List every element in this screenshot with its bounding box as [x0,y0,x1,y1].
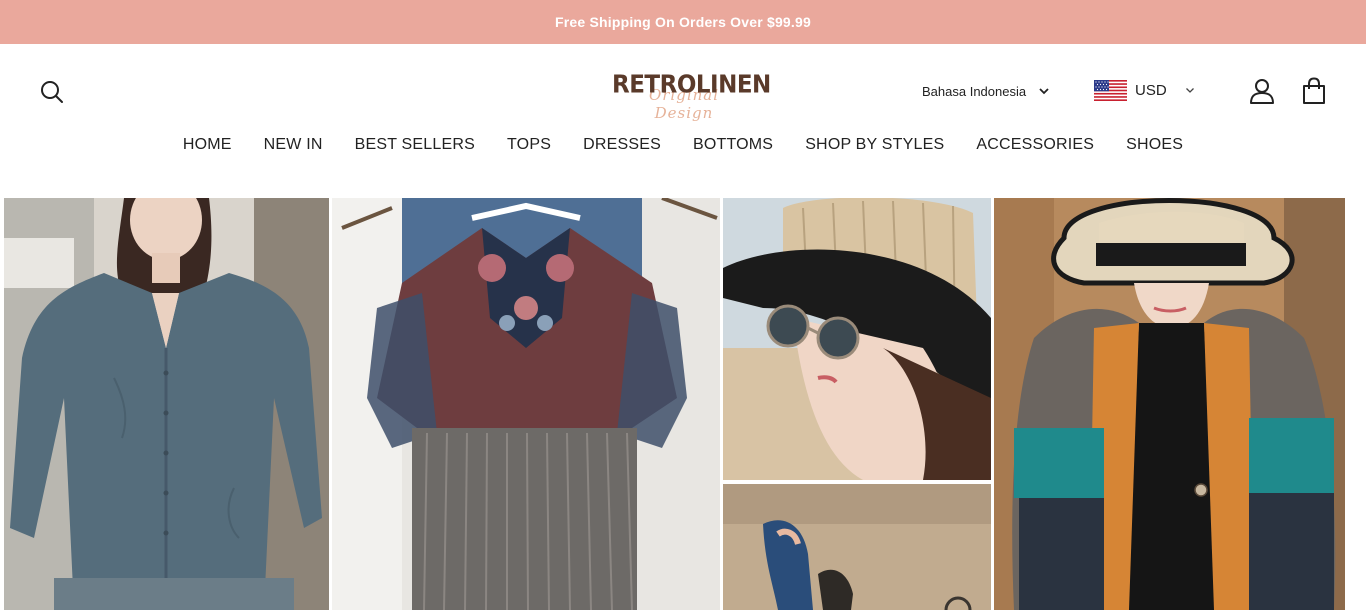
currency-selector[interactable]: USD [1094,78,1195,102]
logo-wordmark: RETROLINEN [612,70,771,100]
nav-item-dresses[interactable]: DRESSES [583,136,661,158]
chevron-down-icon [1185,87,1194,93]
nav-item-accessories[interactable]: ACCESSORIES [976,136,1094,158]
nav-item-new-in[interactable]: NEW IN [264,136,323,158]
search-button[interactable] [38,78,66,106]
account-button[interactable] [1248,77,1276,105]
user-icon [1250,79,1274,104]
announcement-text: Free Shipping On Orders Over $99.99 [555,14,811,30]
hero-image-sandals[interactable] [723,484,991,610]
us-flag-icon [1094,79,1127,101]
language-label: Bahasa Indonesia [922,83,1027,99]
nav-item-tops[interactable]: TOPS [507,136,551,158]
cart-button[interactable] [1301,77,1327,105]
hero-image-cardigan[interactable] [994,198,1345,610]
search-icon [41,81,63,103]
logo[interactable]: Original Design RETROLINEN [612,70,771,122]
hero-image-dress[interactable] [332,198,720,610]
language-selector[interactable]: Bahasa Indonesia [922,80,1050,102]
nav-item-best-sellers[interactable]: BEST SELLERS [355,136,475,158]
chevron-down-icon [1039,88,1049,95]
shopping-bag-icon [1303,77,1325,104]
announcement-bar: Free Shipping On Orders Over $99.99 [0,0,1366,44]
hero-image-sun-hat[interactable] [723,198,991,480]
nav-item-home[interactable]: HOME [183,136,232,158]
main-navigation: HOME NEW IN BEST SELLERS TOPS DRESSES BO… [0,136,1366,158]
hero-image-blouse[interactable] [4,198,329,610]
hero-banner [4,198,1345,610]
nav-item-bottoms[interactable]: BOTTOMS [693,136,773,158]
nav-item-shoes[interactable]: SHOES [1126,136,1183,158]
currency-label: USD [1135,81,1167,99]
nav-item-shop-by-styles[interactable]: SHOP BY STYLES [805,136,944,158]
site-header: Original Design RETROLINEN Bahasa Indone… [0,44,1366,194]
